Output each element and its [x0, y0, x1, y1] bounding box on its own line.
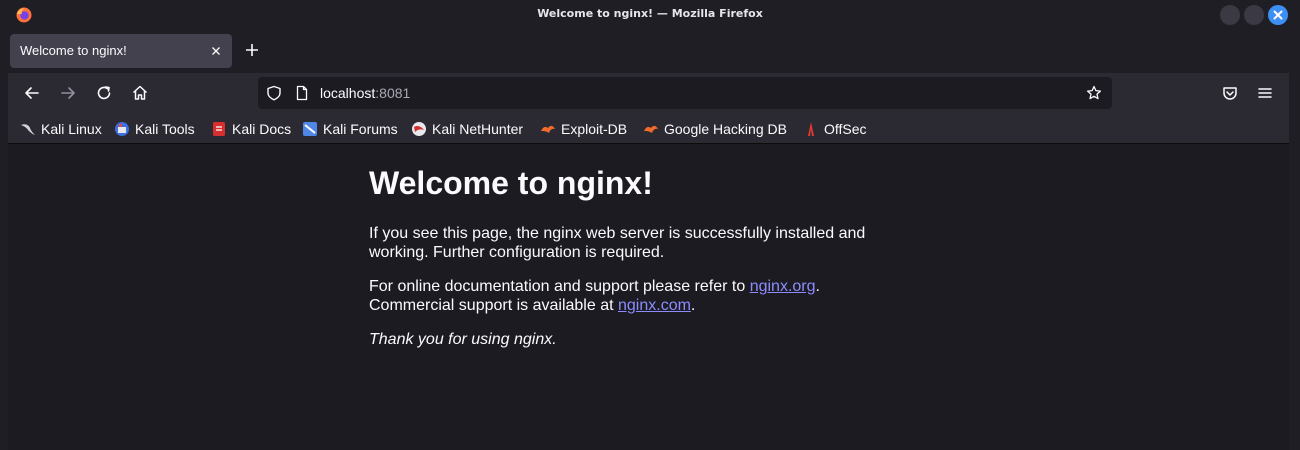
back-icon[interactable] — [22, 83, 42, 103]
docs-text: For online documentation and support ple… — [369, 278, 750, 295]
bookmark-google-hacking-db[interactable]: Google Hacking DB — [643, 120, 787, 138]
reload-icon[interactable] — [94, 83, 114, 103]
bookmark-label: Kali Linux — [41, 121, 102, 137]
new-tab-icon[interactable] — [244, 42, 260, 58]
bookmark-kali-linux[interactable]: Kali Linux — [20, 120, 102, 138]
google-hacking-db-icon — [644, 125, 658, 133]
bookmark-kali-nethunter[interactable]: Kali NetHunter — [411, 120, 523, 138]
close-icon — [1273, 10, 1283, 20]
url-port: :8081 — [375, 85, 411, 101]
tracking-protection-shield-icon[interactable] — [266, 85, 282, 101]
commercial-text: Commercial support is available at — [369, 297, 618, 314]
url-text[interactable]: localhost:8081 — [320, 85, 410, 101]
bookmarks-toolbar: Kali Linux Kali Tools Kali Docs Kali For… — [8, 113, 1289, 144]
kali-docs-icon — [213, 122, 225, 136]
bookmark-label: Google Hacking DB — [664, 121, 787, 137]
address-bar[interactable]: localhost:8081 — [258, 77, 1112, 109]
minimize-button[interactable] — [1220, 5, 1240, 25]
home-icon[interactable] — [130, 83, 150, 103]
bookmark-kali-tools[interactable]: Kali Tools — [114, 120, 195, 138]
docs-message: For online documentation and support ple… — [369, 277, 889, 315]
bookmark-label: Kali Tools — [135, 121, 195, 137]
tab-title: Welcome to nginx! — [20, 43, 127, 58]
bookmark-kali-forums[interactable]: Kali Forums — [302, 120, 398, 138]
nginx-welcome: Welcome to nginx! If you see this page, … — [369, 165, 889, 364]
kali-forums-icon — [303, 122, 317, 136]
exploit-db-icon — [541, 125, 555, 133]
install-message: If you see this page, the nginx web serv… — [369, 225, 866, 261]
bookmark-offsec[interactable]: OffSec — [803, 120, 867, 138]
maximize-button[interactable] — [1244, 5, 1264, 25]
navigation-toolbar: localhost:8081 — [8, 73, 1289, 113]
page-heading: Welcome to nginx! — [369, 165, 653, 201]
tab-active[interactable]: Welcome to nginx! — [10, 34, 232, 68]
kali-dragon-icon — [21, 124, 35, 135]
forward-icon[interactable] — [58, 83, 78, 103]
docs-suffix: . — [815, 278, 820, 295]
bookmark-label: Kali Docs — [232, 121, 292, 137]
url-host: localhost — [320, 85, 376, 101]
page-info-icon[interactable] — [294, 85, 310, 101]
tab-close-icon[interactable] — [210, 45, 222, 57]
bookmark-exploit-db[interactable]: Exploit-DB — [540, 120, 627, 138]
bookmark-label: Kali NetHunter — [432, 121, 524, 137]
tab-strip: Welcome to nginx! — [8, 30, 1289, 73]
kali-nethunter-icon — [412, 122, 426, 136]
bookmark-kali-docs[interactable]: Kali Docs — [211, 120, 291, 138]
bookmark-star-icon[interactable] — [1086, 85, 1102, 101]
thanks-message: Thank you for using nginx. — [369, 330, 889, 349]
nginx-com-link[interactable]: nginx.com — [618, 297, 691, 314]
window-frame-left — [0, 30, 8, 450]
bookmark-label: Kali Forums — [323, 121, 398, 137]
offsec-icon — [808, 122, 814, 136]
bookmark-label: Exploit-DB — [561, 121, 628, 137]
close-window-button[interactable] — [1268, 5, 1288, 25]
commercial-suffix: . — [690, 297, 696, 314]
bookmark-label: OffSec — [824, 121, 867, 137]
kali-tools-icon — [115, 122, 129, 136]
window-frame-right — [1289, 30, 1300, 450]
nginx-org-link[interactable]: nginx.org — [750, 278, 816, 295]
menu-icon[interactable] — [1255, 83, 1275, 103]
window-title: Welcome to nginx! — Mozilla Firefox — [537, 7, 763, 20]
pocket-icon[interactable] — [1220, 83, 1240, 103]
window-titlebar: Welcome to nginx! — Mozilla Firefox — [0, 0, 1300, 30]
thanks-text: Thank you for using nginx. — [369, 331, 557, 348]
page-viewport: Welcome to nginx! If you see this page, … — [8, 145, 1289, 450]
